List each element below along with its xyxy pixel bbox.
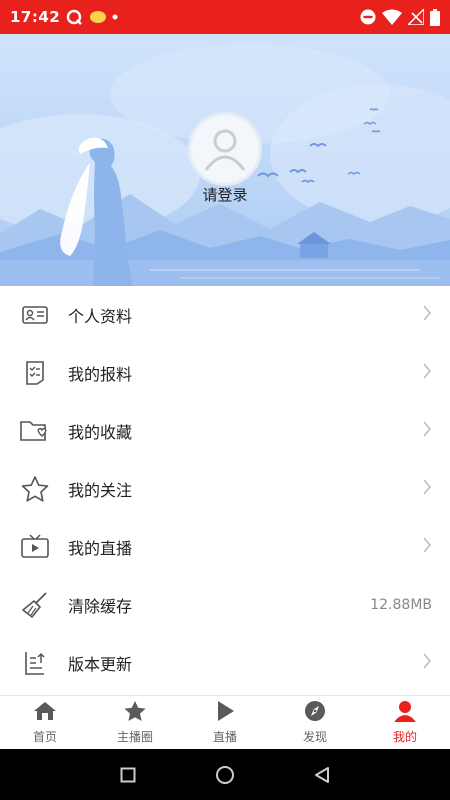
recents-button[interactable]: [108, 755, 148, 795]
tab-label: 发现: [302, 730, 327, 744]
triangle-back-icon: [314, 766, 329, 783]
bottom-tab-bar: 首页 主播圈 直播 发现 我的: [0, 695, 450, 749]
q-app-icon: [66, 9, 84, 25]
menu-item-label: 我的报料: [68, 365, 133, 384]
id-card-icon: [18, 298, 52, 332]
chevron-right-icon: [422, 537, 432, 557]
broom-icon: [18, 588, 52, 622]
settings-menu: 个人资料 我的报料 我的收藏 我的关注 我的直播 清除缓存 12.88MB 版本…: [0, 286, 450, 692]
dot-icon: [112, 14, 118, 20]
chevron-right-icon: [422, 479, 432, 499]
system-navigation-bar: [0, 749, 450, 800]
chevron-right-icon: [422, 421, 432, 441]
chevron-right-icon: [422, 305, 432, 325]
tab-me[interactable]: 我的: [360, 696, 450, 749]
menu-item-favorites[interactable]: 我的收藏: [0, 402, 450, 460]
menu-item-my-reports[interactable]: 我的报料: [0, 344, 450, 402]
login-link[interactable]: 请登录: [0, 184, 450, 205]
chevron-right-icon: [422, 363, 432, 383]
tab-label: 首页: [32, 730, 57, 744]
star-filled-icon: [122, 700, 148, 726]
square-icon: [120, 767, 136, 782]
wifi-icon: [382, 9, 402, 25]
menu-item-label: 我的收藏: [68, 423, 133, 442]
checklist-icon: [18, 356, 52, 390]
no-signal-icon: [408, 9, 424, 25]
menu-item-label: 我的关注: [68, 481, 133, 500]
menu-item-label: 版本更新: [68, 655, 133, 674]
status-bar: 17:42: [0, 0, 450, 34]
tab-discover[interactable]: 发现: [270, 696, 360, 749]
home-icon: [32, 700, 58, 726]
tab-anchor-circle[interactable]: 主播圈: [90, 696, 180, 749]
tv-play-icon: [18, 530, 52, 564]
menu-item-profile[interactable]: 个人资料: [0, 286, 450, 344]
menu-item-following[interactable]: 我的关注: [0, 460, 450, 518]
update-icon: [18, 646, 52, 680]
avatar-placeholder-icon: [204, 129, 246, 171]
tab-home[interactable]: 首页: [0, 696, 90, 749]
do-not-disturb-icon: [360, 9, 376, 25]
back-button[interactable]: [302, 755, 342, 795]
menu-item-label: 个人资料: [68, 307, 133, 326]
tab-label: 我的: [392, 730, 417, 744]
home-button[interactable]: [205, 755, 245, 795]
star-icon: [18, 472, 52, 506]
user-avatar[interactable]: [188, 112, 262, 186]
circle-icon: [215, 765, 234, 784]
chat-bubble-icon: [89, 10, 107, 24]
battery-icon: [430, 8, 440, 26]
play-icon: [212, 700, 238, 726]
menu-item-my-live[interactable]: 我的直播: [0, 518, 450, 576]
cache-size: 12.88MB: [370, 597, 432, 613]
compass-icon: [302, 700, 328, 726]
menu-item-clear-cache[interactable]: 清除缓存 12.88MB: [0, 576, 450, 634]
tab-label: 直播: [212, 730, 237, 744]
menu-item-version-update[interactable]: 版本更新: [0, 634, 450, 692]
tab-live[interactable]: 直播: [180, 696, 270, 749]
person-icon: [392, 700, 418, 726]
menu-item-label: 清除缓存: [68, 597, 133, 616]
status-time: 17:42: [10, 8, 61, 26]
menu-item-label: 我的直播: [68, 539, 133, 558]
chevron-right-icon: [422, 653, 432, 673]
tab-label: 主播圈: [116, 730, 153, 744]
folder-heart-icon: [18, 414, 52, 448]
profile-header: 请登录: [0, 34, 450, 286]
